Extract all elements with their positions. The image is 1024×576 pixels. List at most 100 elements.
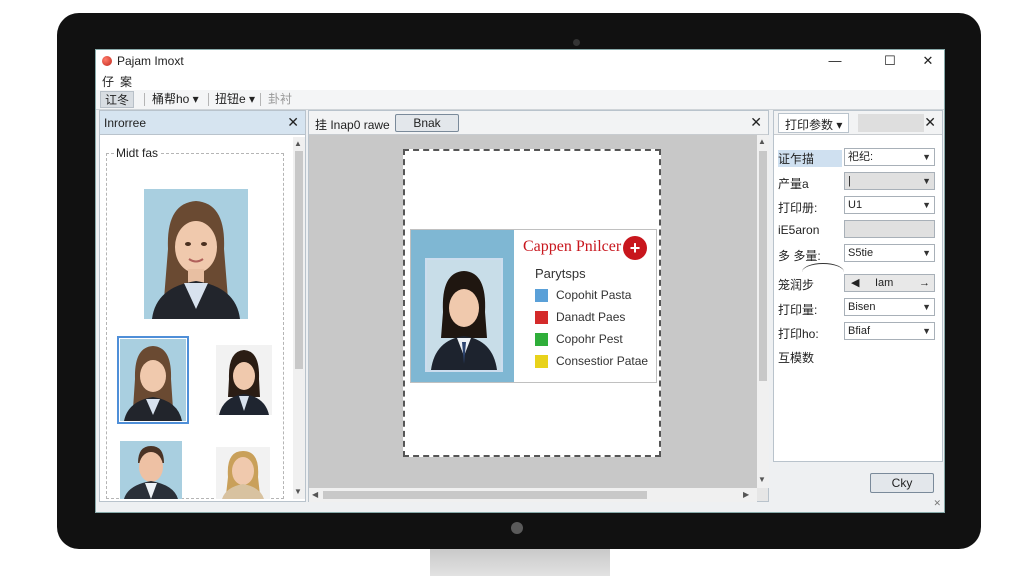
legend-text: Copohit Pasta <box>556 288 632 302</box>
photo-thumbnail-large[interactable] <box>144 189 248 319</box>
toolbar: 讧冬 桶帮ho ▾ 扭钮e ▾ 卦衬 <box>96 90 944 110</box>
scrollbar-thumb[interactable] <box>759 151 767 381</box>
chevron-down-icon: ▾ <box>836 118 843 132</box>
prop-value: | <box>848 175 851 187</box>
tab-print-params[interactable]: 打印参数 ▾ <box>778 113 850 133</box>
toolbar-dropdown-1[interactable]: 桶帮ho ▾ <box>148 91 203 108</box>
scroll-up-arrow[interactable]: ▲ <box>758 137 766 146</box>
prop-value: 祀纪: <box>848 151 874 163</box>
prop-dropdown[interactable]: Bisen ▼ <box>844 298 935 316</box>
print-preview-panel: 挂 Inap0 rawe Bnak ✕ Cappen Pnilcer + Par… <box>308 110 769 502</box>
card-title: Cappen Pnilcer <box>523 238 622 255</box>
monitor-stand <box>430 549 610 576</box>
prop-dropdown[interactable]: S5tie ▼ <box>844 244 935 262</box>
scrollbar-thumb[interactable] <box>323 491 647 499</box>
preview-canvas: Cappen Pnilcer + Parytsps Copohit Pasta … <box>309 135 757 488</box>
scroll-down-arrow[interactable]: ▼ <box>758 475 766 484</box>
preview-header: 挂 Inap0 rawe Bnak ✕ <box>309 111 768 135</box>
prop-dropdown[interactable]: | ▼ <box>844 172 935 190</box>
toolbar-dropdown-2[interactable]: 扭钮e ▾ <box>211 91 259 108</box>
menu-item-file[interactable]: 仔 <box>102 73 114 90</box>
prop-label: 打印量: <box>778 303 818 317</box>
group-label: Midt fas <box>114 146 161 160</box>
app-window: Pajam Imoxt — ☐ ✕ 仔 案 讧冬 桶帮ho ▾ 扭钮e ▾ 卦衬… <box>95 49 945 513</box>
arrow-left-icon[interactable]: ◀ <box>851 275 859 291</box>
prop-label: 证乍描 <box>778 150 842 167</box>
chevron-down-icon: ▼ <box>922 152 931 162</box>
toolbar-separator <box>260 93 261 106</box>
photo-thumbnail[interactable] <box>216 345 272 415</box>
print-settings-panel: 打印参数 ▾ ✕ 证乍描 祀纪: ▼ 产量a | ▼ 打印册: U1 ▼ iE5aro… <box>773 110 943 462</box>
image-browser-panel: Inrorree ✕ Midt fas ▲ ▼ <box>99 110 306 502</box>
close-icon[interactable]: ✕ <box>287 114 299 131</box>
settings-header: 打印参数 ▾ ✕ <box>774 111 942 135</box>
blank-button[interactable]: Bnak <box>395 114 459 132</box>
card-legend-row: Consestior Patae <box>535 354 648 370</box>
scrollbar-thumb[interactable] <box>295 151 303 369</box>
panel-header: Inrorree ✕ <box>100 111 305 135</box>
photo-thumbnail[interactable] <box>120 441 182 499</box>
prop-label: 打印ho: <box>778 327 819 341</box>
prop-dropdown[interactable]: U1 ▼ <box>844 196 935 214</box>
menu-bar: 仔 案 <box>96 72 944 90</box>
prop-label: 打印册: <box>778 201 818 215</box>
print-page: Cappen Pnilcer + Parytsps Copohit Pasta … <box>403 149 661 457</box>
arrow-right-icon[interactable]: → <box>919 275 930 291</box>
toolbar-separator <box>144 93 145 106</box>
vertical-scrollbar[interactable]: ▲ ▼ <box>757 135 769 488</box>
prop-value: S5tie <box>848 247 874 259</box>
minimize-button[interactable]: — <box>821 52 849 70</box>
id-card[interactable]: Cappen Pnilcer + Parytsps Copohit Pasta … <box>410 229 657 383</box>
card-subtitle: Parytsps <box>535 266 586 281</box>
prop-value: Bisen <box>848 301 876 313</box>
prop-label: 多 多量: <box>778 249 821 263</box>
tab-strip <box>858 114 924 132</box>
close-icon[interactable]: ✕ <box>924 114 936 131</box>
panel-title: Inrorree <box>104 116 147 130</box>
resize-grip-icon[interactable]: ✕ <box>933 498 941 509</box>
close-window-button[interactable]: ✕ <box>914 52 942 70</box>
close-icon[interactable]: ✕ <box>750 114 762 131</box>
photo-thumbnail[interactable] <box>117 336 189 424</box>
ok-button[interactable]: Cky <box>870 473 934 493</box>
menu-item-edit[interactable]: 案 <box>120 73 132 90</box>
chevron-down-icon: ▼ <box>922 248 931 258</box>
prop-label: 互模数 <box>778 351 815 365</box>
connector-curve <box>802 263 844 281</box>
chevron-down-icon: ▼ <box>922 302 931 312</box>
card-legend-row: Copohit Pasta <box>535 288 631 304</box>
card-legend-row: Danadt Paes <box>535 310 625 326</box>
legend-text: Consestior Patae <box>556 354 649 368</box>
prop-label: 产量a <box>778 177 809 191</box>
toolbar-button-1[interactable]: 讧冬 <box>100 91 135 108</box>
blue-swatch <box>535 289 548 303</box>
photo-thumbnail[interactable] <box>216 447 270 499</box>
prop-value: U1 <box>848 199 863 211</box>
scroll-up-arrow[interactable]: ▲ <box>294 139 302 148</box>
scroll-right-arrow[interactable]: ▶ <box>743 490 749 499</box>
prop-label: iE5aron <box>778 223 820 237</box>
vertical-scrollbar[interactable]: ▲ ▼ <box>293 137 305 499</box>
card-photo <box>425 258 503 372</box>
prop-field-disabled[interactable] <box>844 220 935 238</box>
chevron-down-icon: ▼ <box>922 200 931 210</box>
chevron-down-icon: ▼ <box>922 326 931 336</box>
prop-dropdown[interactable]: 祀纪: ▼ <box>844 148 935 166</box>
prop-value: Iam <box>875 277 894 289</box>
card-legend-row: Copohr Pest <box>535 332 623 348</box>
red-swatch <box>535 311 548 325</box>
monitor-logo <box>511 522 523 534</box>
title-bar: Pajam Imoxt — ☐ ✕ <box>96 50 944 72</box>
preview-title: 挂 Inap0 rawe <box>315 118 390 132</box>
maximize-button[interactable]: ☐ <box>876 52 904 70</box>
prop-dropdown[interactable]: Bfiaf ▼ <box>844 322 935 340</box>
chevron-down-icon: ▼ <box>922 176 931 186</box>
prop-stepper[interactable]: ◀ Iam → <box>844 274 935 292</box>
scroll-left-arrow[interactable]: ◀ <box>312 490 318 499</box>
toolbar-separator <box>208 93 209 106</box>
tab-label: 打印参数 <box>785 118 834 132</box>
scroll-down-arrow[interactable]: ▼ <box>294 487 302 496</box>
toolbar-button-disabled[interactable]: 卦衬 <box>264 91 296 108</box>
green-swatch <box>535 333 548 347</box>
horizontal-scrollbar[interactable]: ◀ ▶ <box>309 488 757 502</box>
